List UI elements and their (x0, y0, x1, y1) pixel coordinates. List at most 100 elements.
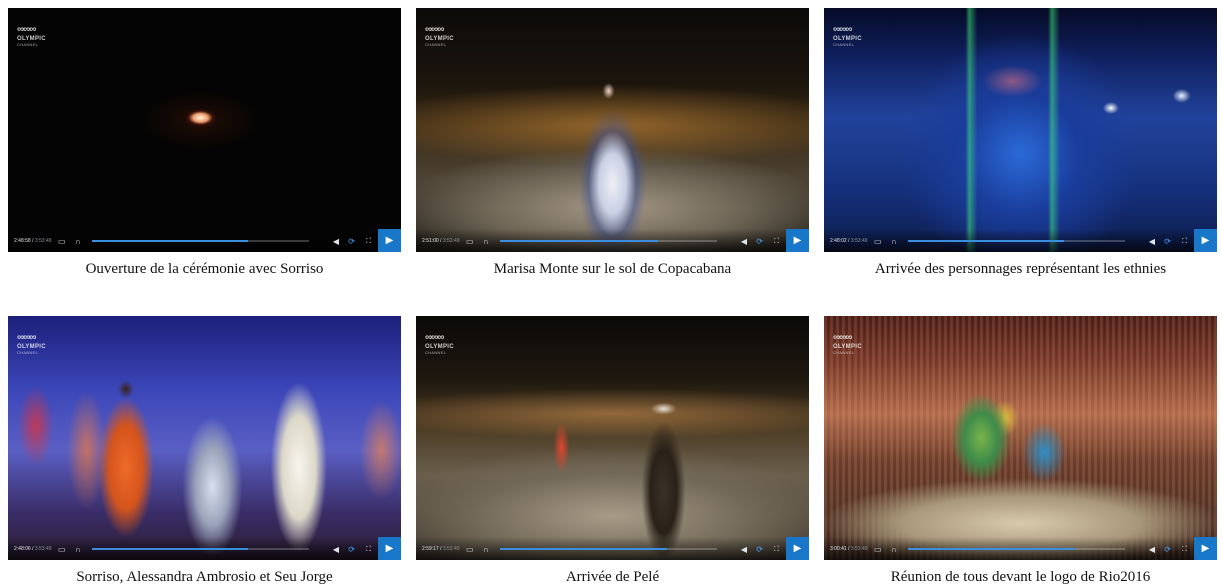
video-frame (824, 8, 1217, 252)
progress-bar[interactable] (92, 240, 309, 242)
headphones-icon[interactable]: ∩ (75, 546, 81, 554)
video-card: ∞∞∞ OLYMPIC CHANNEL 2:48:06 / 3:53:49 ▭ … (8, 316, 401, 586)
progress-fill (500, 240, 659, 242)
progress-bar[interactable] (500, 240, 717, 242)
video-caption: Ouverture de la cérémonie avec Sorriso (85, 261, 324, 277)
current-time: 2:48:02 (830, 238, 847, 244)
volume-icon[interactable]: ◀ (741, 238, 747, 246)
headphones-icon[interactable]: ∩ (75, 238, 81, 246)
fullscreen-icon[interactable]: ⛶ (774, 238, 779, 246)
video-card: ∞∞∞ OLYMPIC CHANNEL 2:59:17 / 3:53:49 ▭ … (416, 316, 809, 586)
play-button[interactable]: ▶ (786, 537, 809, 560)
duration: 3:53:49 (442, 546, 460, 552)
progress-bar[interactable] (908, 548, 1125, 550)
video-caption: Marisa Monte sur le sol de Copacabana (493, 261, 732, 277)
video-card: ∞∞∞ OLYMPIC CHANNEL 3:00:41 / 3:53:49 ▭ … (824, 316, 1217, 586)
share-icon[interactable]: ⟳ (1164, 546, 1171, 554)
volume-icon[interactable]: ◀ (741, 546, 747, 554)
progress-fill (500, 548, 668, 550)
progress-fill (908, 548, 1076, 550)
time-display: 2:48:06 / 3:53:49 (14, 546, 52, 552)
subtitles-icon[interactable]: ▭ (874, 238, 882, 246)
olympic-channel-logo: ∞∞∞ OLYMPIC CHANNEL (425, 24, 454, 47)
fullscreen-icon[interactable]: ⛶ (774, 546, 779, 554)
volume-icon[interactable]: ◀ (1149, 238, 1155, 246)
video-card: ∞∞∞ OLYMPIC CHANNEL 2:48:58 / 3:53:49 ▭ … (8, 8, 401, 278)
duration: 3:53:49 (850, 546, 868, 552)
subtitles-icon[interactable]: ▭ (58, 546, 66, 554)
subtitles-icon[interactable]: ▭ (466, 238, 474, 246)
duration: 3:53:49 (34, 546, 52, 552)
progress-bar[interactable] (908, 240, 1125, 242)
play-icon: ▶ (1201, 235, 1210, 246)
current-time: 2:59:17 (422, 546, 439, 552)
video-frame (416, 8, 809, 252)
olympic-channel-logo: ∞∞∞ OLYMPIC CHANNEL (425, 332, 454, 355)
share-icon[interactable]: ⟳ (1164, 238, 1171, 246)
video-frame (416, 316, 809, 560)
player-controls: 2:48:06 / 3:53:49 ▭ ∩ ◀ ⟳ ⛶ (8, 537, 401, 560)
play-icon: ▶ (385, 543, 394, 554)
video-player[interactable]: ∞∞∞ OLYMPIC CHANNEL 2:59:17 / 3:53:49 ▭ … (416, 316, 809, 560)
headphones-icon[interactable]: ∩ (891, 238, 897, 246)
play-icon: ▶ (793, 235, 802, 246)
video-caption: Réunion de tous devant le logo de Rio201… (890, 569, 1151, 585)
share-icon[interactable]: ⟳ (348, 238, 355, 246)
duration: 3:53:49 (442, 238, 460, 244)
current-time: 3:00:41 (830, 546, 847, 552)
duration: 3:53:49 (34, 238, 52, 244)
play-button[interactable]: ▶ (1194, 537, 1217, 560)
video-player[interactable]: ∞∞∞ OLYMPIC CHANNEL 3:00:41 / 3:53:49 ▭ … (824, 316, 1217, 560)
play-button[interactable]: ▶ (786, 229, 809, 252)
progress-bar[interactable] (92, 548, 309, 550)
time-display: 2:48:58 / 3:53:49 (14, 238, 52, 244)
progress-bar[interactable] (500, 548, 717, 550)
volume-icon[interactable]: ◀ (333, 546, 339, 554)
current-time: 2:48:58 (14, 238, 31, 244)
progress-fill (92, 240, 249, 242)
video-player[interactable]: ∞∞∞ OLYMPIC CHANNEL 2:48:06 / 3:53:49 ▭ … (8, 316, 401, 560)
play-icon: ▶ (385, 235, 394, 246)
video-card: ∞∞∞ OLYMPIC CHANNEL 2:51:00 / 3:53:49 ▭ … (416, 8, 809, 278)
subtitles-icon[interactable]: ▭ (466, 546, 474, 554)
volume-icon[interactable]: ◀ (1149, 546, 1155, 554)
video-frame (8, 8, 401, 252)
olympic-channel-logo: ∞∞∞ OLYMPIC CHANNEL (833, 24, 862, 47)
video-caption: Arrivée de Pelé (565, 569, 660, 585)
fullscreen-icon[interactable]: ⛶ (366, 238, 371, 246)
subtitles-icon[interactable]: ▭ (874, 546, 882, 554)
video-card: ∞∞∞ OLYMPIC CHANNEL 2:48:02 / 3:53:49 ▭ … (824, 8, 1217, 278)
headphones-icon[interactable]: ∩ (483, 238, 489, 246)
player-controls: 3:00:41 / 3:53:49 ▭ ∩ ◀ ⟳ ⛶ (824, 537, 1217, 560)
share-icon[interactable]: ⟳ (756, 238, 763, 246)
headphones-icon[interactable]: ∩ (891, 546, 897, 554)
olympic-channel-logo: ∞∞∞ OLYMPIC CHANNEL (17, 24, 46, 47)
play-button[interactable]: ▶ (1194, 229, 1217, 252)
progress-fill (908, 240, 1065, 242)
duration: 3:53:49 (850, 238, 868, 244)
fullscreen-icon[interactable]: ⛶ (1182, 546, 1187, 554)
share-icon[interactable]: ⟳ (348, 546, 355, 554)
video-caption: Arrivée des personnages représentant les… (874, 261, 1167, 277)
time-display: 2:48:02 / 3:53:49 (830, 238, 868, 244)
play-icon: ▶ (1201, 543, 1210, 554)
video-frame (824, 316, 1217, 560)
share-icon[interactable]: ⟳ (756, 546, 763, 554)
subtitles-icon[interactable]: ▭ (58, 238, 66, 246)
player-controls: 2:48:02 / 3:53:49 ▭ ∩ ◀ ⟳ ⛶ (824, 229, 1217, 252)
video-player[interactable]: ∞∞∞ OLYMPIC CHANNEL 2:48:58 / 3:53:49 ▭ … (8, 8, 401, 252)
time-display: 2:59:17 / 3:53:49 (422, 546, 460, 552)
fullscreen-icon[interactable]: ⛶ (366, 546, 371, 554)
player-controls: 2:59:17 / 3:53:49 ▭ ∩ ◀ ⟳ ⛶ (416, 537, 809, 560)
video-player[interactable]: ∞∞∞ OLYMPIC CHANNEL 2:51:00 / 3:53:49 ▭ … (416, 8, 809, 252)
play-button[interactable]: ▶ (378, 537, 401, 560)
play-button[interactable]: ▶ (378, 229, 401, 252)
current-time: 2:48:06 (14, 546, 31, 552)
progress-fill (92, 548, 249, 550)
volume-icon[interactable]: ◀ (333, 238, 339, 246)
fullscreen-icon[interactable]: ⛶ (1182, 238, 1187, 246)
time-display: 3:00:41 / 3:53:49 (830, 546, 868, 552)
video-player[interactable]: ∞∞∞ OLYMPIC CHANNEL 2:48:02 / 3:53:49 ▭ … (824, 8, 1217, 252)
headphones-icon[interactable]: ∩ (483, 546, 489, 554)
player-controls: 2:51:00 / 3:53:49 ▭ ∩ ◀ ⟳ ⛶ (416, 229, 809, 252)
